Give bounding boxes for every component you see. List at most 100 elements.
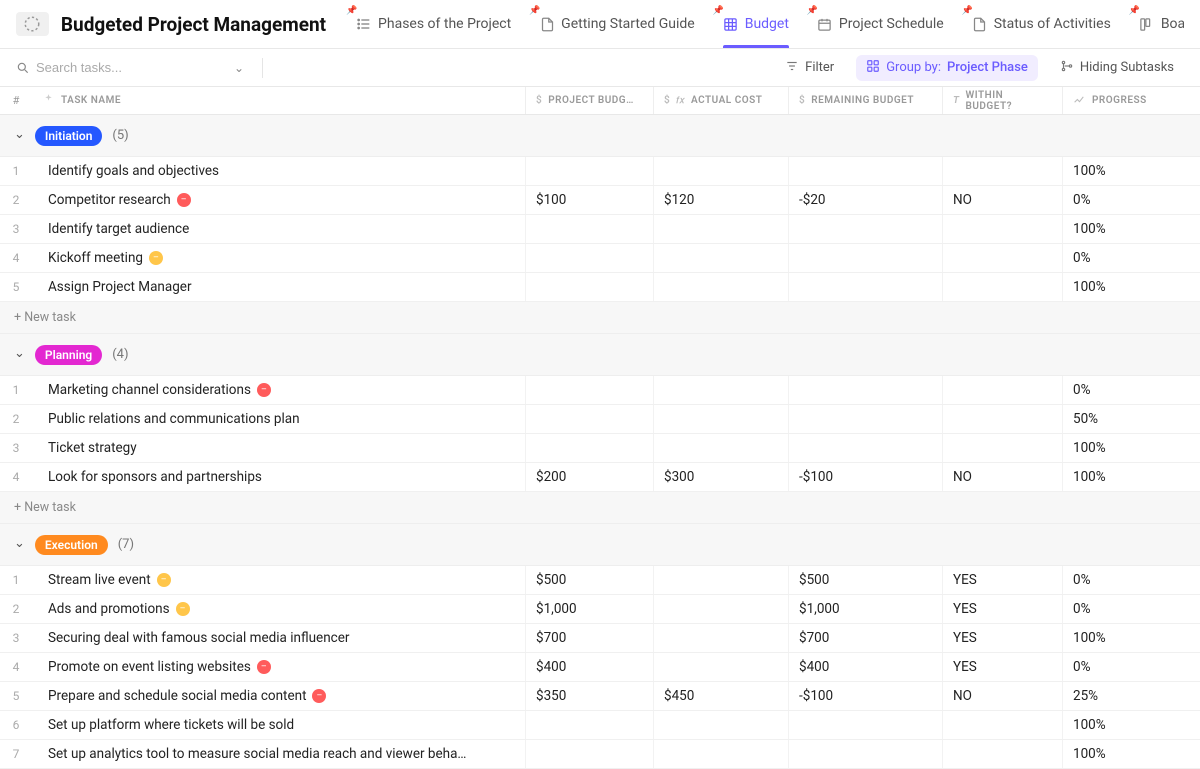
cell-budget[interactable]: [525, 157, 653, 185]
cell-actual[interactable]: $300: [653, 463, 788, 491]
cell-budget[interactable]: $100: [525, 186, 653, 214]
cell-within[interactable]: NO: [942, 186, 1062, 214]
group-header-initiation[interactable]: ⌄Initiation(5): [0, 115, 1200, 157]
hiding-subtasks-button[interactable]: Hiding Subtasks: [1050, 55, 1184, 81]
table-row[interactable]: 1Marketing channel considerations–0%: [0, 376, 1200, 405]
tab-phases-of-the-project[interactable]: 📌Phases of the Project: [342, 0, 525, 48]
cell-within[interactable]: NO: [942, 682, 1062, 710]
task-name[interactable]: Identify target audience: [32, 221, 525, 237]
cell-budget[interactable]: $350: [525, 682, 653, 710]
table-row[interactable]: 7Set up analytics tool to measure social…: [0, 740, 1200, 769]
cell-actual[interactable]: [653, 273, 788, 301]
table-row[interactable]: 2Ads and promotions–$1,000$1,000YES0%: [0, 595, 1200, 624]
cell-remaining[interactable]: $700: [788, 624, 942, 652]
cell-progress[interactable]: 0%: [1062, 653, 1200, 681]
cell-remaining[interactable]: $400: [788, 653, 942, 681]
cell-progress[interactable]: 100%: [1062, 740, 1200, 768]
cell-actual[interactable]: [653, 653, 788, 681]
cell-actual[interactable]: [653, 215, 788, 243]
cell-progress[interactable]: 0%: [1062, 186, 1200, 214]
task-name[interactable]: Promote on event listing websites–: [32, 659, 525, 675]
search-input[interactable]: [36, 60, 176, 75]
tab-project-schedule[interactable]: 📌Project Schedule: [803, 0, 958, 48]
table-row[interactable]: 2Public relations and communications pla…: [0, 405, 1200, 434]
cell-budget[interactable]: [525, 434, 653, 462]
table-row[interactable]: 5Assign Project Manager100%: [0, 273, 1200, 302]
cell-within[interactable]: [942, 215, 1062, 243]
cell-actual[interactable]: [653, 376, 788, 404]
cell-within[interactable]: [942, 405, 1062, 433]
cell-progress[interactable]: 0%: [1062, 566, 1200, 594]
cell-remaining[interactable]: [788, 244, 942, 272]
task-name[interactable]: Identify goals and objectives: [32, 163, 525, 179]
cell-within[interactable]: [942, 376, 1062, 404]
task-name[interactable]: Look for sponsors and partnerships: [32, 469, 525, 485]
tab-budget[interactable]: 📌Budget: [709, 0, 803, 48]
filter-button[interactable]: Filter: [775, 55, 844, 81]
cell-remaining[interactable]: [788, 376, 942, 404]
cell-actual[interactable]: $450: [653, 682, 788, 710]
cell-budget[interactable]: $1,000: [525, 595, 653, 623]
cell-actual[interactable]: [653, 566, 788, 594]
task-name[interactable]: Competitor research–: [32, 192, 525, 208]
cell-remaining[interactable]: -$100: [788, 682, 942, 710]
search-dropdown-icon[interactable]: ⌄: [228, 61, 250, 75]
cell-remaining[interactable]: -$100: [788, 463, 942, 491]
task-name[interactable]: Prepare and schedule social media conten…: [32, 688, 525, 704]
cell-progress[interactable]: 0%: [1062, 244, 1200, 272]
cell-within[interactable]: [942, 434, 1062, 462]
table-row[interactable]: 3Ticket strategy100%: [0, 434, 1200, 463]
cell-within[interactable]: [942, 711, 1062, 739]
col-budget-header[interactable]: $ PROJECT BUDG…: [525, 87, 653, 114]
table-row[interactable]: 1Identify goals and objectives100%: [0, 157, 1200, 186]
cell-remaining[interactable]: [788, 711, 942, 739]
new-task-button[interactable]: + New task: [0, 492, 1200, 524]
cell-progress[interactable]: 100%: [1062, 463, 1200, 491]
cell-progress[interactable]: 100%: [1062, 434, 1200, 462]
col-within-header[interactable]: T WITHIN BUDGET?: [942, 87, 1062, 114]
table-row[interactable]: 3Securing deal with famous social media …: [0, 624, 1200, 653]
cell-actual[interactable]: [653, 434, 788, 462]
cell-remaining[interactable]: [788, 405, 942, 433]
table-row[interactable]: 2Competitor research–$100$120-$20NO0%: [0, 186, 1200, 215]
cell-actual[interactable]: [653, 740, 788, 768]
cell-progress[interactable]: 100%: [1062, 624, 1200, 652]
cell-actual[interactable]: $120: [653, 186, 788, 214]
cell-budget[interactable]: [525, 215, 653, 243]
cell-progress[interactable]: 0%: [1062, 595, 1200, 623]
cell-actual[interactable]: [653, 405, 788, 433]
cell-actual[interactable]: [653, 711, 788, 739]
new-task-button[interactable]: + New task: [0, 302, 1200, 334]
cell-budget[interactable]: [525, 740, 653, 768]
cell-progress[interactable]: 100%: [1062, 215, 1200, 243]
cell-within[interactable]: YES: [942, 595, 1062, 623]
task-name[interactable]: Ticket strategy: [32, 440, 525, 456]
cell-remaining[interactable]: -$20: [788, 186, 942, 214]
cell-progress[interactable]: 100%: [1062, 273, 1200, 301]
col-actual-header[interactable]: $ 𝑓𝑥 ACTUAL COST: [653, 87, 788, 114]
table-row[interactable]: 1Stream live event–$500$500YES0%: [0, 566, 1200, 595]
cell-actual[interactable]: [653, 157, 788, 185]
cell-budget[interactable]: [525, 405, 653, 433]
chevron-down-icon[interactable]: ⌄: [14, 127, 25, 142]
cell-budget[interactable]: [525, 244, 653, 272]
cell-budget[interactable]: $400: [525, 653, 653, 681]
cell-budget[interactable]: [525, 376, 653, 404]
group-header-execution[interactable]: ⌄Execution(7): [0, 524, 1200, 566]
table-row[interactable]: 4Kickoff meeting–0%: [0, 244, 1200, 273]
cell-within[interactable]: [942, 273, 1062, 301]
cell-within[interactable]: NO: [942, 463, 1062, 491]
cell-progress[interactable]: 100%: [1062, 157, 1200, 185]
cell-actual[interactable]: [653, 244, 788, 272]
cell-progress[interactable]: 0%: [1062, 376, 1200, 404]
cell-remaining[interactable]: [788, 434, 942, 462]
cell-actual[interactable]: [653, 624, 788, 652]
cell-remaining[interactable]: [788, 273, 942, 301]
cell-within[interactable]: YES: [942, 624, 1062, 652]
cell-progress[interactable]: 50%: [1062, 405, 1200, 433]
task-name[interactable]: Assign Project Manager: [32, 279, 525, 295]
table-row[interactable]: 5Prepare and schedule social media conte…: [0, 682, 1200, 711]
task-name[interactable]: Stream live event–: [32, 572, 525, 588]
table-row[interactable]: 4Look for sponsors and partnerships$200$…: [0, 463, 1200, 492]
cell-budget[interactable]: $200: [525, 463, 653, 491]
